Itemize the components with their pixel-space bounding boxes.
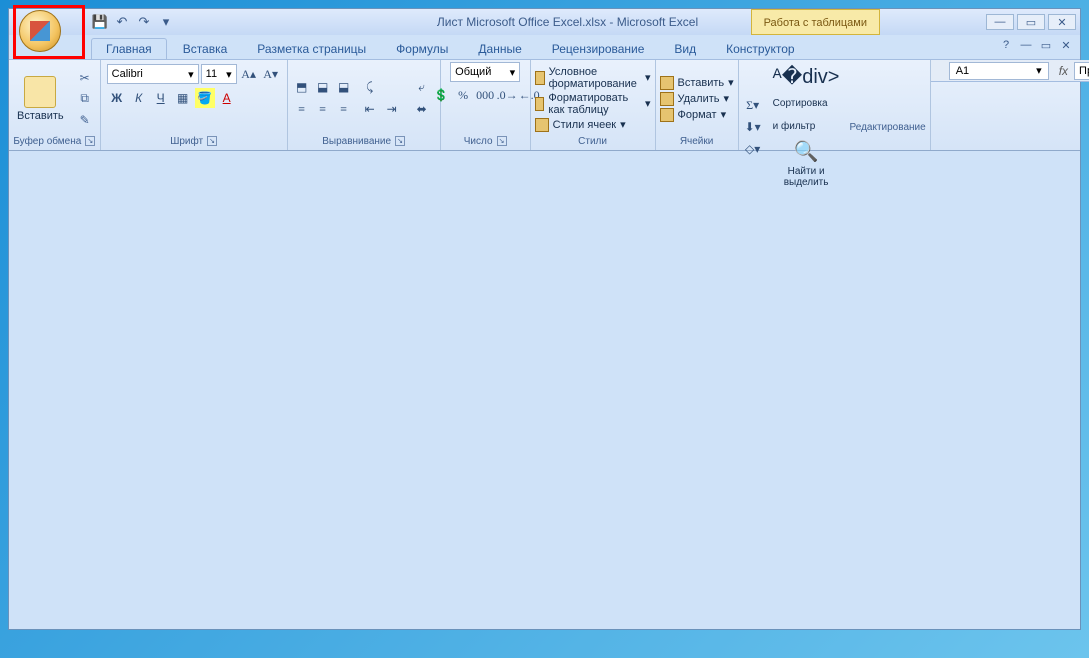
bold-button[interactable]: Ж [107,88,127,108]
formula-input[interactable]: Продукты [1074,62,1089,80]
format-cells-button[interactable]: Формат▾ [660,108,727,122]
sort-icon: ᴬ�div> Сортировка и фильтр [773,64,840,135]
delete-icon [660,92,674,106]
save-icon[interactable]: 💾 [91,13,109,31]
insert-cells-button[interactable]: Вставить▾ [660,76,734,90]
tab-вид[interactable]: Вид [660,39,710,59]
alignment-group-label: Выравнивание [322,136,391,147]
clear-icon[interactable]: ◇▾ [743,139,763,159]
align-left-icon[interactable]: ≡ [292,100,312,120]
undo-icon[interactable]: ↶ [113,13,131,31]
cell-styles-button[interactable]: Стили ячеек▾ [535,118,626,132]
format-icon [660,108,674,122]
paste-icon [24,76,56,108]
orientation-icon[interactable]: ⤹ [360,78,380,98]
table-format-icon [535,97,545,111]
formula-bar-row: A1▾ fx Продукты [931,60,1089,82]
fx-icon[interactable]: fx [1059,64,1068,78]
align-right-icon[interactable]: ≡ [334,100,354,120]
tab-вставка[interactable]: Вставка [169,39,242,59]
font-color-button[interactable]: A [217,88,237,108]
align-middle-icon[interactable]: ⬓ [313,78,333,98]
fill-icon[interactable]: ⬇▾ [743,117,763,137]
tab-конструктор[interactable]: Конструктор [712,39,808,59]
cells-group-label: Ячейки [680,136,714,147]
ribbon: Вставить ✂ ⧉ ✎ Буфер обмена ↘ Calibri▾ 11… [9,59,1080,151]
minimize-button[interactable]: — [986,14,1014,30]
copy-icon[interactable]: ⧉ [74,90,96,108]
align-top-icon[interactable]: ⬒ [292,78,312,98]
cell-styles-icon [535,118,549,132]
font-name-select[interactable]: Calibri▾ [107,64,199,84]
align-bottom-icon[interactable]: ⬓ [334,78,354,98]
font-group-label: Шрифт [170,136,203,147]
alignment-launcher-icon[interactable]: ↘ [395,136,405,146]
doc-close-icon[interactable]: ✕ [1058,37,1074,53]
ribbon-tabs: ГлавнаяВставкаРазметка страницыФормулыДа… [9,35,1080,59]
conditional-format-button[interactable]: Условное форматирование▾ [535,66,651,90]
doc-restore-icon[interactable]: ▭ [1038,37,1054,53]
increase-decimal-icon[interactable]: .0→ [497,85,517,105]
highlight-box [13,5,85,59]
delete-cells-button[interactable]: Удалить▾ [660,92,730,106]
fill-color-button[interactable]: 🪣 [195,88,215,108]
align-center-icon[interactable]: ≡ [313,100,333,120]
titlebar: 💾 ↶ ↷ ▾ Лист Microsoft Office Excel.xlsx… [9,9,1080,35]
border-button[interactable]: ▦ [173,88,193,108]
find-icon: 🔍 [794,139,819,164]
find-label: Найти и выделить [784,166,829,188]
paste-button[interactable]: Вставить [13,74,68,124]
tab-данные[interactable]: Данные [464,39,535,59]
excel-window: 💾 ↶ ↷ ▾ Лист Microsoft Office Excel.xlsx… [8,8,1081,630]
indent-increase-icon[interactable]: ⇥ [382,100,402,120]
font-launcher-icon[interactable]: ↘ [207,136,217,146]
format-as-table-button[interactable]: Форматировать как таблицу▾ [535,92,651,116]
clipboard-launcher-icon[interactable]: ↘ [85,136,95,146]
qat-dropdown-icon[interactable]: ▾ [157,13,175,31]
insert-icon [660,76,674,90]
quick-access-toolbar: 💾 ↶ ↷ ▾ [91,13,175,31]
indent-decrease-icon[interactable]: ⇤ [360,100,380,120]
name-box[interactable]: A1▾ [949,62,1049,80]
underline-button[interactable]: Ч [151,88,171,108]
paste-label: Вставить [17,110,64,122]
shrink-font-icon[interactable]: A▾ [261,64,281,84]
percent-icon[interactable]: % [453,85,473,105]
grow-font-icon[interactable]: A▴ [239,64,259,84]
number-group-label: Число [464,136,493,147]
ribbon-help-icon[interactable]: ? [998,37,1014,53]
styles-group-label: Стили [578,136,607,147]
redo-icon[interactable]: ↷ [135,13,153,31]
maximize-button[interactable]: ▭ [1017,14,1045,30]
italic-button[interactable]: К [129,88,149,108]
sort-filter-button[interactable]: ᴬ�div> Сортировка и фильтр 🔍 Найти и выд… [769,62,844,192]
number-format-select[interactable]: Общий▾ [450,62,520,82]
find-select-button[interactable]: 🔍 Найти и выделить [780,137,833,190]
tab-рецензирование[interactable]: Рецензирование [538,39,659,59]
currency-icon[interactable]: 💲 [431,85,451,105]
cond-format-icon [535,71,545,85]
editing-group-label: Редактирование [850,122,926,133]
cut-icon[interactable]: ✂ [74,69,96,87]
context-tab[interactable]: Работа с таблицами [751,9,880,35]
tab-формулы[interactable]: Формулы [382,39,462,59]
format-painter-icon[interactable]: ✎ [74,111,96,129]
tab-главная[interactable]: Главная [91,38,167,59]
autosum-icon[interactable]: Σ▾ [743,95,763,115]
tab-разметка страницы[interactable]: Разметка страницы [243,39,380,59]
clipboard-group-label: Буфер обмена [13,136,81,147]
doc-minimize-icon[interactable]: — [1018,37,1034,53]
comma-icon[interactable]: 000 [475,85,495,105]
close-button[interactable]: ✕ [1048,14,1076,30]
number-launcher-icon[interactable]: ↘ [497,136,507,146]
font-size-select[interactable]: 11▾ [201,64,237,84]
window-title: Лист Microsoft Office Excel.xlsx - Micro… [175,15,1080,29]
sort-label: Сортировка и фильтр [773,98,828,132]
